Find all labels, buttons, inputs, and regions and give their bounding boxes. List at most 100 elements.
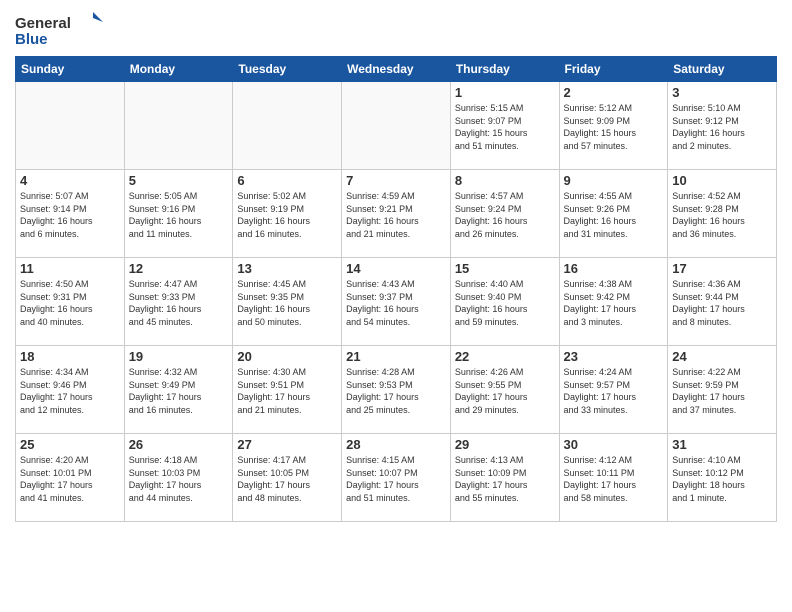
day-number: 12	[129, 261, 229, 276]
calendar-cell: 16 Sunrise: 4:38 AM Sunset: 9:42 PM Dayli…	[559, 258, 668, 346]
day-info: Sunrise: 4:55 AM Sunset: 9:26 PM Dayligh…	[564, 190, 664, 240]
day-number: 14	[346, 261, 446, 276]
day-number: 1	[455, 85, 555, 100]
day-number: 2	[564, 85, 664, 100]
day-number: 10	[672, 173, 772, 188]
calendar-cell: 22Sunrise: 4:26 AM Sunset: 9:55 PM Dayli…	[450, 346, 559, 434]
day-number: 25	[20, 437, 120, 452]
calendar-cell	[342, 82, 451, 170]
day-info: Sunrise: 4:57 AM Sunset: 9:24 PM Dayligh…	[455, 190, 555, 240]
day-number: 26	[129, 437, 229, 452]
day-info: Sunrise: 4:36 AM Sunset: 9:44 PM Dayligh…	[672, 278, 772, 328]
calendar-cell: 6 Sunrise: 5:02 AM Sunset: 9:19 PM Daylig…	[233, 170, 342, 258]
day-info: Sunrise: 4:12 AM Sunset: 10:11 PM Daylig…	[564, 454, 664, 504]
day-info: Sunrise: 4:40 AM Sunset: 9:40 PM Dayligh…	[455, 278, 555, 328]
day-number: 11	[20, 261, 120, 276]
day-info: Sunrise: 4:38 AM Sunset: 9:42 PM Dayligh…	[564, 278, 664, 328]
calendar-cell: 18 Sunrise: 4:34 AM Sunset: 9:46 PM Dayli…	[16, 346, 125, 434]
calendar-cell: 8 Sunrise: 4:57 AM Sunset: 9:24 PM Daylig…	[450, 170, 559, 258]
day-number: 24	[672, 349, 772, 364]
day-info: Sunrise: 5:02 AM Sunset: 9:19 PM Dayligh…	[237, 190, 337, 240]
day-info: Sunrise: 4:26 AM Sunset: 9:55 PM Dayligh…	[455, 366, 555, 416]
day-number: 20	[237, 349, 337, 364]
day-number: 13	[237, 261, 337, 276]
day-info: Sunrise: 4:43 AM Sunset: 9:37 PM Dayligh…	[346, 278, 446, 328]
calendar-cell: 28 Sunrise: 4:15 AM Sunset: 10:07 PM Dayl…	[342, 434, 451, 522]
day-number: 6	[237, 173, 337, 188]
calendar-cell: 20 Sunrise: 4:30 AM Sunset: 9:51 PM Dayli…	[233, 346, 342, 434]
calendar-cell: 9 Sunrise: 4:55 AM Sunset: 9:26 PM Daylig…	[559, 170, 668, 258]
svg-text:Blue: Blue	[15, 31, 48, 48]
col-header-sunday: Sunday	[16, 57, 125, 82]
day-info: Sunrise: 5:15 AM Sunset: 9:07 PM Dayligh…	[455, 102, 555, 152]
day-number: 23	[564, 349, 664, 364]
day-info: Sunrise: 4:13 AM Sunset: 10:09 PM Daylig…	[455, 454, 555, 504]
day-number: 21	[346, 349, 446, 364]
day-info: Sunrise: 4:24 AM Sunset: 9:57 PM Dayligh…	[564, 366, 664, 416]
calendar-cell: 17 Sunrise: 4:36 AM Sunset: 9:44 PM Dayli…	[668, 258, 777, 346]
day-number: 3	[672, 85, 772, 100]
day-number: 7	[346, 173, 446, 188]
day-number: 8	[455, 173, 555, 188]
col-header-friday: Friday	[559, 57, 668, 82]
day-info: Sunrise: 4:45 AM Sunset: 9:35 PM Dayligh…	[237, 278, 337, 328]
col-header-thursday: Thursday	[450, 57, 559, 82]
calendar-cell: 31 Sunrise: 4:10 AM Sunset: 10:12 PM Dayl…	[668, 434, 777, 522]
day-number: 16	[564, 261, 664, 276]
svg-text:General: General	[15, 15, 71, 32]
day-info: Sunrise: 4:32 AM Sunset: 9:49 PM Dayligh…	[129, 366, 229, 416]
day-info: Sunrise: 5:07 AM Sunset: 9:14 PM Dayligh…	[20, 190, 120, 240]
day-number: 18	[20, 349, 120, 364]
calendar-header-row: SundayMondayTuesdayWednesdayThursdayFrid…	[16, 57, 777, 82]
col-header-tuesday: Tuesday	[233, 57, 342, 82]
calendar-cell: 4Sunrise: 5:07 AM Sunset: 9:14 PM Daylig…	[16, 170, 125, 258]
day-info: Sunrise: 4:28 AM Sunset: 9:53 PM Dayligh…	[346, 366, 446, 416]
calendar-cell: 27Sunrise: 4:17 AM Sunset: 10:05 PM Dayl…	[233, 434, 342, 522]
calendar-cell: 25 Sunrise: 4:20 AM Sunset: 10:01 PM Dayl…	[16, 434, 125, 522]
logo: General Blue	[15, 10, 105, 50]
calendar-cell	[233, 82, 342, 170]
calendar-cell: 7 Sunrise: 4:59 AM Sunset: 9:21 PM Daylig…	[342, 170, 451, 258]
day-info: Sunrise: 4:10 AM Sunset: 10:12 PM Daylig…	[672, 454, 772, 504]
day-number: 31	[672, 437, 772, 452]
calendar-cell: 1 Sunrise: 5:15 AM Sunset: 9:07 PM Daylig…	[450, 82, 559, 170]
day-info: Sunrise: 4:50 AM Sunset: 9:31 PM Dayligh…	[20, 278, 120, 328]
calendar-cell: 26 Sunrise: 4:18 AM Sunset: 10:03 PM Dayl…	[124, 434, 233, 522]
col-header-wednesday: Wednesday	[342, 57, 451, 82]
day-number: 28	[346, 437, 446, 452]
day-info: Sunrise: 5:12 AM Sunset: 9:09 PM Dayligh…	[564, 102, 664, 152]
day-info: Sunrise: 4:30 AM Sunset: 9:51 PM Dayligh…	[237, 366, 337, 416]
calendar-cell: 29 Sunrise: 4:13 AM Sunset: 10:09 PM Dayl…	[450, 434, 559, 522]
calendar-cell: 21 Sunrise: 4:28 AM Sunset: 9:53 PM Dayli…	[342, 346, 451, 434]
calendar-table: SundayMondayTuesdayWednesdayThursdayFrid…	[15, 56, 777, 522]
day-number: 17	[672, 261, 772, 276]
day-info: Sunrise: 4:15 AM Sunset: 10:07 PM Daylig…	[346, 454, 446, 504]
calendar-cell: 3 Sunrise: 5:10 AM Sunset: 9:12 PM Daylig…	[668, 82, 777, 170]
calendar-cell: 10 Sunrise: 4:52 AM Sunset: 9:28 PM Dayli…	[668, 170, 777, 258]
calendar-cell: 12 Sunrise: 4:47 AM Sunset: 9:33 PM Dayli…	[124, 258, 233, 346]
day-info: Sunrise: 4:59 AM Sunset: 9:21 PM Dayligh…	[346, 190, 446, 240]
day-info: Sunrise: 4:20 AM Sunset: 10:01 PM Daylig…	[20, 454, 120, 504]
day-info: Sunrise: 5:05 AM Sunset: 9:16 PM Dayligh…	[129, 190, 229, 240]
col-header-saturday: Saturday	[668, 57, 777, 82]
calendar-week-1: 4Sunrise: 5:07 AM Sunset: 9:14 PM Daylig…	[16, 170, 777, 258]
page: General Blue SundayMondayTuesdayWednesda…	[0, 0, 792, 612]
calendar-cell: 19Sunrise: 4:32 AM Sunset: 9:49 PM Dayli…	[124, 346, 233, 434]
day-info: Sunrise: 4:52 AM Sunset: 9:28 PM Dayligh…	[672, 190, 772, 240]
calendar-cell: 13 Sunrise: 4:45 AM Sunset: 9:35 PM Dayli…	[233, 258, 342, 346]
calendar-cell: 15Sunrise: 4:40 AM Sunset: 9:40 PM Dayli…	[450, 258, 559, 346]
col-header-monday: Monday	[124, 57, 233, 82]
day-number: 27	[237, 437, 337, 452]
day-number: 9	[564, 173, 664, 188]
calendar-cell: 2 Sunrise: 5:12 AM Sunset: 9:09 PM Daylig…	[559, 82, 668, 170]
calendar-cell: 14 Sunrise: 4:43 AM Sunset: 9:37 PM Dayli…	[342, 258, 451, 346]
day-info: Sunrise: 4:47 AM Sunset: 9:33 PM Dayligh…	[129, 278, 229, 328]
day-info: Sunrise: 4:18 AM Sunset: 10:03 PM Daylig…	[129, 454, 229, 504]
day-number: 29	[455, 437, 555, 452]
calendar-cell	[16, 82, 125, 170]
day-info: Sunrise: 5:10 AM Sunset: 9:12 PM Dayligh…	[672, 102, 772, 152]
calendar-cell: 23 Sunrise: 4:24 AM Sunset: 9:57 PM Dayli…	[559, 346, 668, 434]
logo-svg: General Blue	[15, 10, 105, 50]
header: General Blue	[15, 10, 777, 50]
day-info: Sunrise: 4:34 AM Sunset: 9:46 PM Dayligh…	[20, 366, 120, 416]
